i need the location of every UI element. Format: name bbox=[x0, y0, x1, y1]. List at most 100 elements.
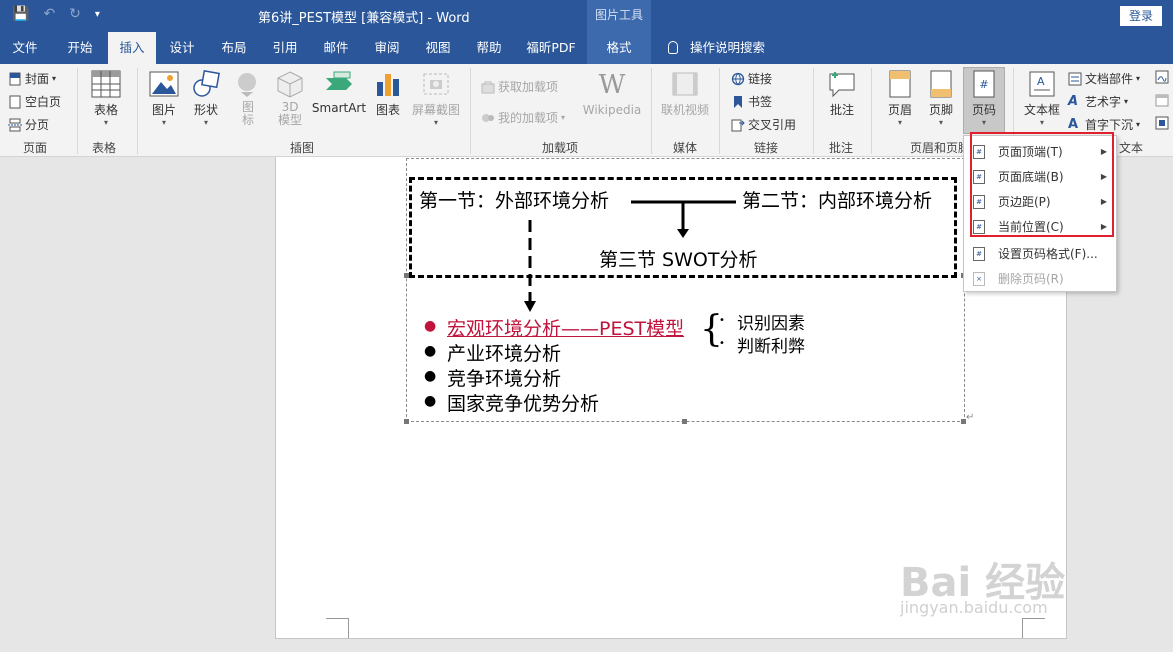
footer-icon bbox=[930, 70, 952, 98]
blank-page-button[interactable]: 空白页 bbox=[8, 93, 61, 110]
table-button[interactable]: 表格 ▾ bbox=[88, 70, 124, 127]
icons-icon bbox=[238, 73, 256, 97]
blank-page-icon bbox=[9, 95, 21, 108]
document-title: 第6讲_PEST模型 [兼容模式] - Word bbox=[258, 11, 470, 26]
cover-page-button[interactable]: 封面 ▾ bbox=[8, 70, 56, 87]
cross-reference-button[interactable]: 交叉引用 bbox=[731, 116, 796, 133]
arrowhead bbox=[677, 229, 689, 238]
shapes-button[interactable]: 形状 ▾ bbox=[188, 70, 224, 127]
wordart-button[interactable]: A 艺术字 ▾ bbox=[1068, 93, 1128, 110]
resize-handle[interactable] bbox=[404, 419, 409, 424]
table-label: 表格 bbox=[93, 103, 118, 117]
wikipedia-label: Wikipedia bbox=[582, 103, 642, 117]
table-icon bbox=[91, 70, 121, 98]
bullet-competition: 竞争环境分析 bbox=[447, 368, 562, 390]
tell-me-search[interactable]: 操作说明搜索 bbox=[668, 32, 765, 64]
group-label-illustrations: 插图 bbox=[290, 141, 315, 155]
page-break-icon bbox=[8, 118, 22, 131]
tell-me-label: 操作说明搜索 bbox=[690, 40, 766, 55]
quick-access-toolbar: 💾 ↶ ↻ ▾ bbox=[12, 6, 100, 22]
page-break-label: 分页 bbox=[25, 118, 50, 132]
tab-references[interactable]: 引用 bbox=[263, 32, 307, 64]
group-label-links: 链接 bbox=[754, 141, 779, 155]
tab-help[interactable]: 帮助 bbox=[467, 32, 511, 64]
sub-bullet-dot: • bbox=[719, 338, 725, 349]
quick-parts-button[interactable]: 文档部件 ▾ bbox=[1068, 70, 1140, 87]
signature-line-button[interactable] bbox=[1155, 70, 1169, 84]
sub-bullet-dot: • bbox=[719, 315, 725, 326]
online-video-button[interactable]: 联机视频 bbox=[659, 70, 711, 118]
page-number-button[interactable]: # 页码 ▾ bbox=[965, 70, 1003, 127]
tab-mailings[interactable]: 邮件 bbox=[314, 32, 358, 64]
chart-label: 图表 bbox=[375, 103, 400, 117]
drop-cap-button[interactable]: A 首字下沉 ▾ bbox=[1068, 116, 1140, 133]
tab-foxit-pdf[interactable]: 福昕PDF bbox=[518, 32, 584, 64]
save-icon[interactable]: 💾 bbox=[12, 6, 29, 22]
bullet-dot: ● bbox=[424, 343, 437, 359]
date-time-button[interactable] bbox=[1155, 93, 1169, 107]
tab-file[interactable]: 文件 bbox=[0, 32, 50, 64]
get-addins-button[interactable]: 获取加载项 bbox=[481, 78, 558, 95]
bookmark-button[interactable]: 书签 bbox=[731, 93, 772, 110]
bullet-industry: 产业环境分析 bbox=[447, 343, 562, 365]
comment-button[interactable]: 批注 bbox=[822, 70, 862, 118]
comment-label: 批注 bbox=[829, 103, 854, 117]
drop-cap-icon: A bbox=[1068, 116, 1079, 132]
icons-button[interactable]: 图标 bbox=[230, 70, 266, 127]
group-label-addins: 加载项 bbox=[542, 141, 579, 155]
watermark-url: jingyan.baidu.com bbox=[900, 598, 1048, 617]
wikipedia-button[interactable]: W Wikipedia bbox=[582, 70, 642, 117]
menu-item-label: 删除页码(R) bbox=[998, 272, 1064, 286]
picture-button[interactable]: 图片 ▾ bbox=[146, 70, 182, 127]
group-label-header-footer: 页眉和页脚 bbox=[910, 141, 971, 155]
smartart-button[interactable]: SmartArt bbox=[311, 70, 367, 115]
header-icon bbox=[889, 70, 911, 98]
menu-item-remove-page-numbers[interactable]: × 删除页码(R) bbox=[964, 266, 1116, 291]
svg-text:#: # bbox=[979, 78, 988, 91]
bullet-dot: ● bbox=[424, 393, 437, 409]
smartart-label: SmartArt bbox=[311, 101, 367, 115]
page-break-button[interactable]: 分页 bbox=[8, 116, 49, 133]
resize-handle[interactable] bbox=[682, 419, 687, 424]
bookmark-label: 书签 bbox=[748, 95, 773, 109]
link-button[interactable]: 链接 bbox=[731, 70, 772, 87]
comment-icon bbox=[829, 72, 855, 98]
picture-label: 图片 bbox=[151, 103, 176, 117]
screenshot-button[interactable]: 屏幕截图 ▾ bbox=[410, 70, 462, 127]
chart-button[interactable]: 图表 bbox=[370, 70, 406, 118]
tab-layout[interactable]: 布局 bbox=[212, 32, 256, 64]
bullet-dot: ● bbox=[424, 318, 437, 334]
group-label-comments: 批注 bbox=[829, 141, 854, 155]
wikipedia-icon: W bbox=[598, 70, 626, 100]
blank-page-label: 空白页 bbox=[25, 95, 62, 109]
menu-item-format-page-numbers[interactable]: # 设置页码格式(F)... bbox=[964, 241, 1116, 266]
smartart-icon bbox=[326, 71, 352, 90]
tab-view[interactable]: 视图 bbox=[416, 32, 460, 64]
text-box-button[interactable]: A 文本框 ▾ bbox=[1020, 70, 1064, 127]
puzzle-icon bbox=[482, 113, 494, 122]
my-addins-button[interactable]: 我的加载项 ▾ bbox=[481, 109, 565, 126]
header-button[interactable]: 页眉 ▾ bbox=[882, 70, 918, 127]
footer-button[interactable]: 页脚 ▾ bbox=[923, 70, 959, 127]
tab-home[interactable]: 开始 bbox=[55, 32, 105, 64]
link-icon bbox=[731, 72, 745, 85]
cover-page-icon bbox=[9, 72, 21, 85]
my-addins-label: 我的加载项 bbox=[498, 111, 559, 125]
tab-insert[interactable]: 插入 bbox=[108, 32, 156, 64]
customize-qat-icon[interactable]: ▾ bbox=[95, 9, 100, 20]
object-button[interactable] bbox=[1155, 116, 1169, 130]
cube-icon bbox=[277, 71, 303, 98]
tab-design[interactable]: 设计 bbox=[160, 32, 204, 64]
3d-models-button[interactable]: 3D模型 bbox=[272, 70, 308, 127]
redo-icon[interactable]: ↻ bbox=[69, 6, 81, 22]
crop-mark bbox=[1022, 618, 1045, 638]
tab-review[interactable]: 审阅 bbox=[365, 32, 409, 64]
undo-icon[interactable]: ↶ bbox=[43, 6, 55, 22]
quick-parts-label: 文档部件 bbox=[1085, 72, 1134, 86]
calendar-icon bbox=[1155, 94, 1169, 107]
3d-models-label: 3D模型 bbox=[278, 100, 303, 127]
title-bar: 💾 ↶ ↻ ▾ 第6讲_PEST模型 [兼容模式] - Word 图片工具 登录 bbox=[0, 0, 1173, 32]
format-page-number-icon: # bbox=[973, 246, 985, 261]
login-button[interactable]: 登录 bbox=[1120, 6, 1162, 26]
tab-format[interactable]: 格式 bbox=[587, 32, 651, 64]
